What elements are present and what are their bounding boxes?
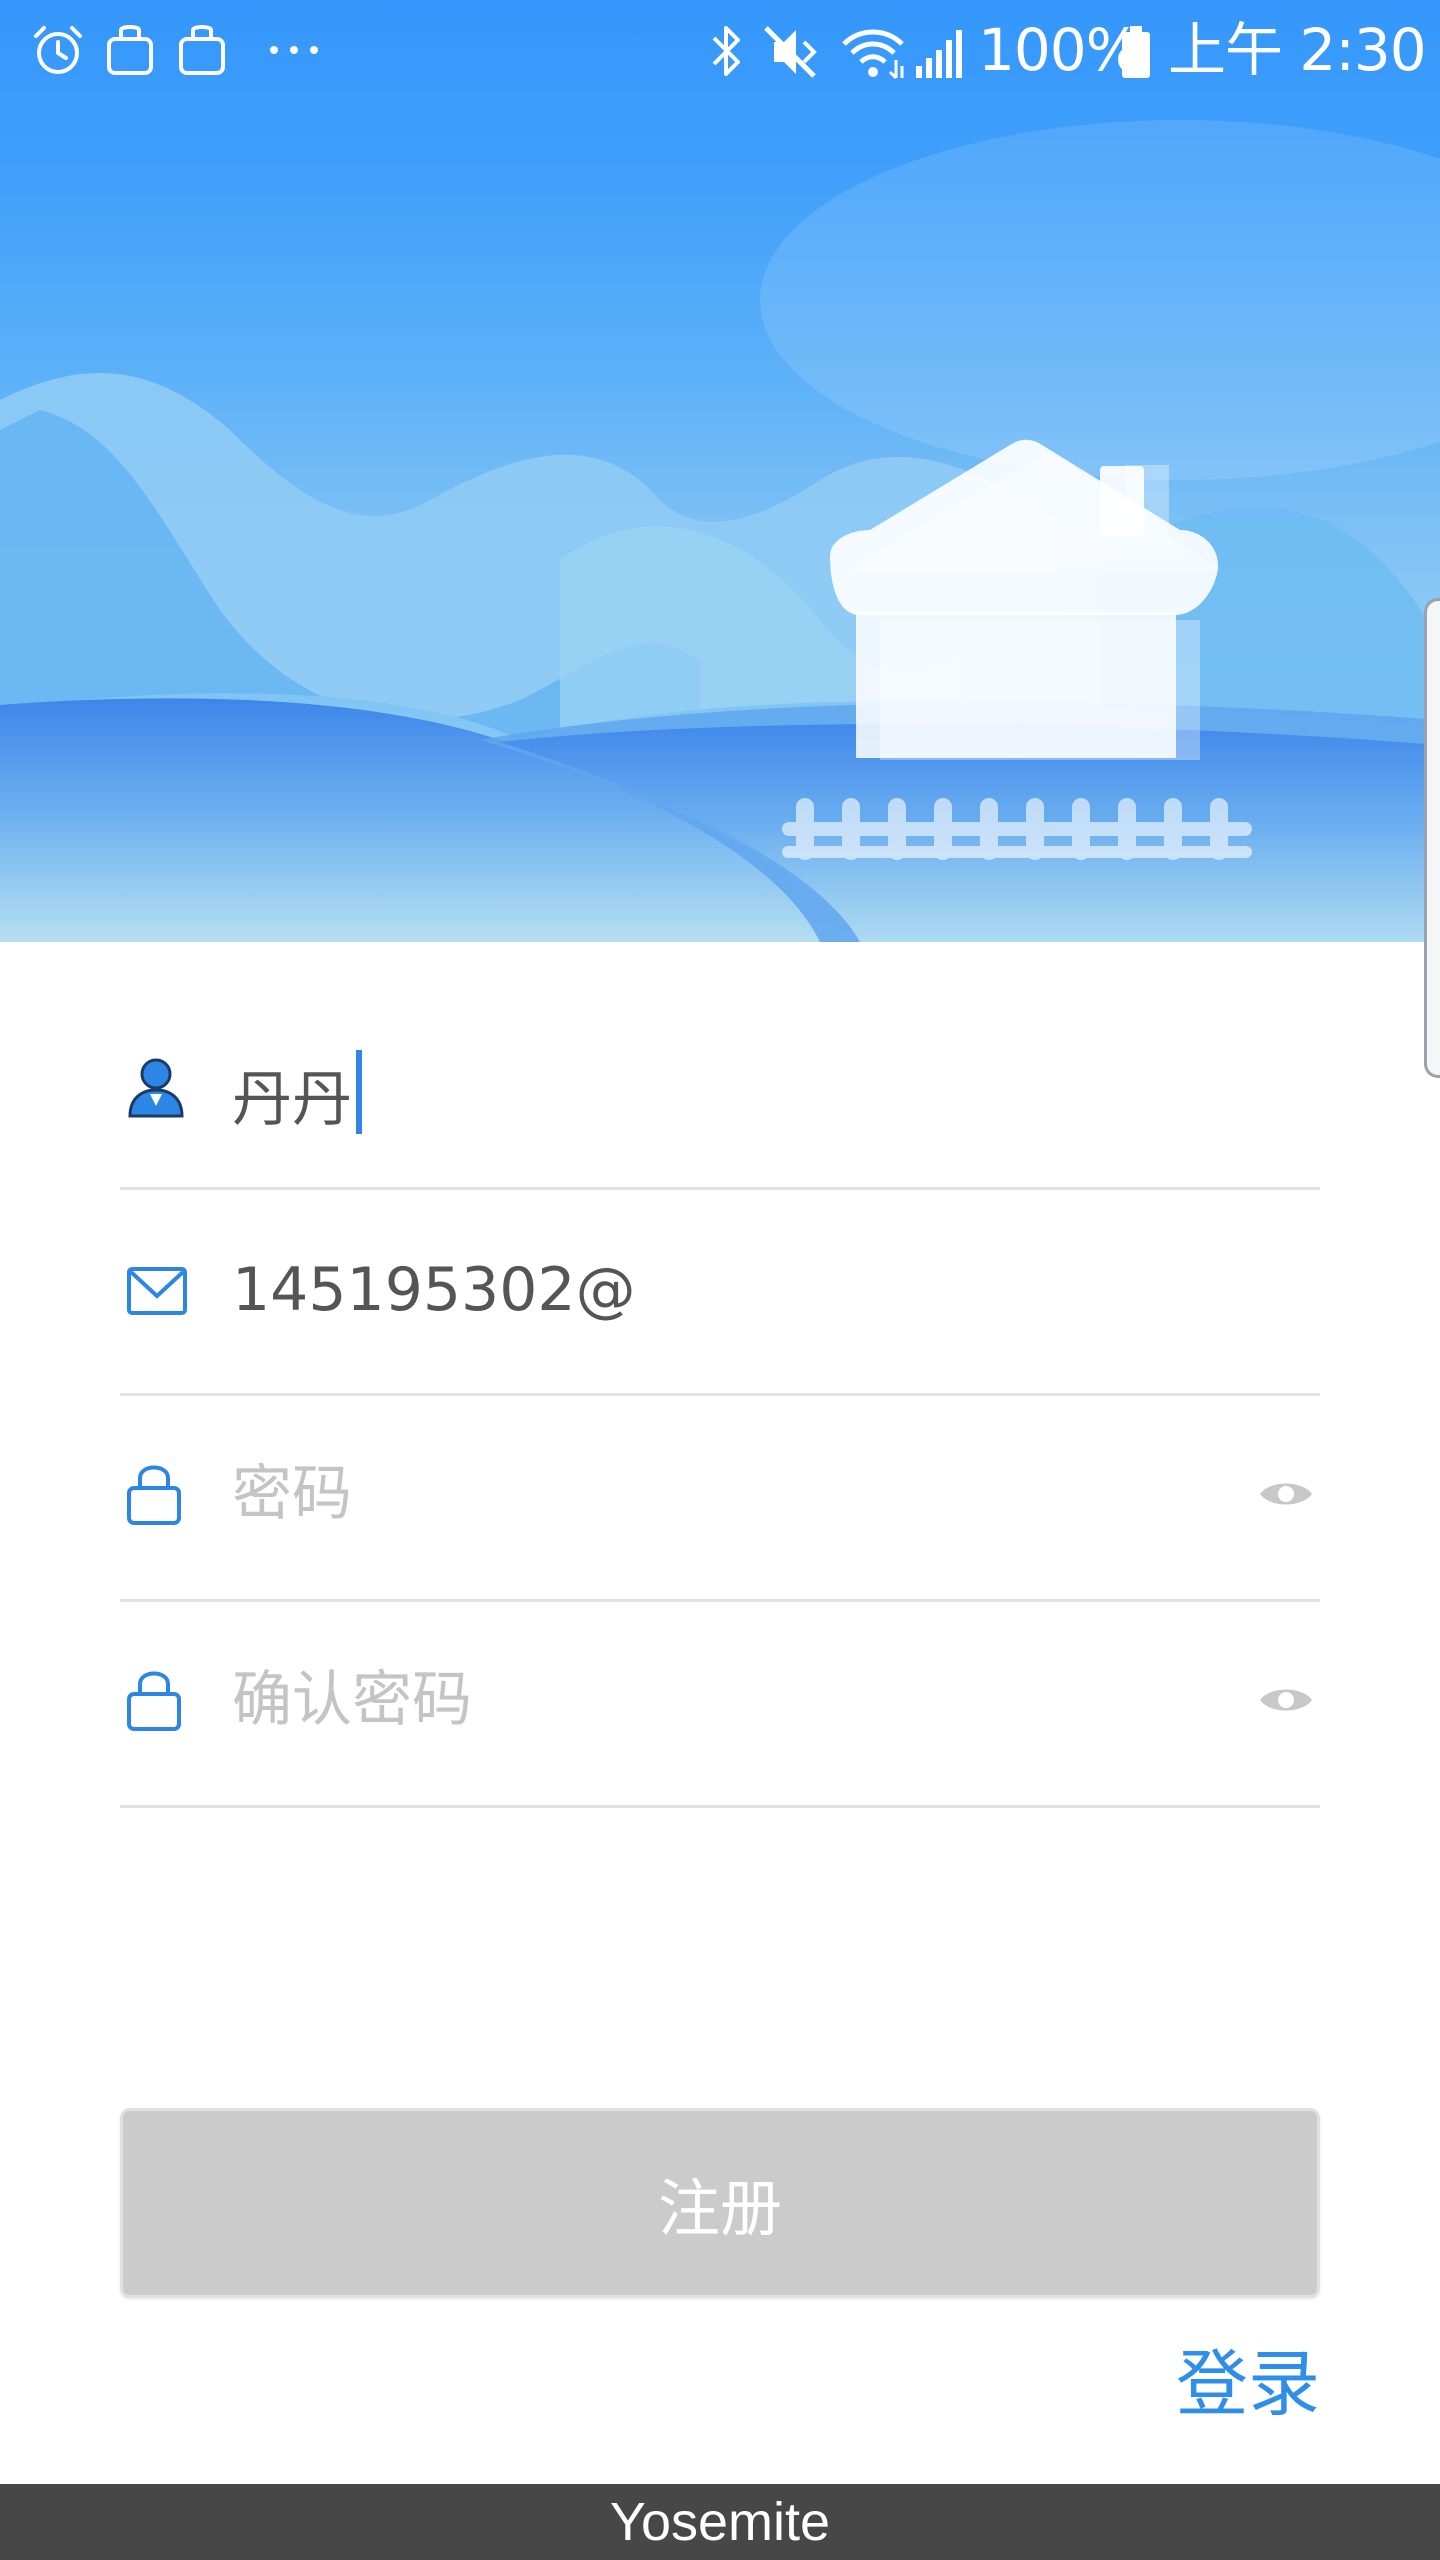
mail-icon <box>127 1267 187 1315</box>
register-button[interactable]: 注册 <box>120 2108 1320 2298</box>
password-input[interactable]: 密码 <box>232 1458 352 1530</box>
confirm-password-field[interactable]: 确认密码 <box>120 1602 1320 1808</box>
lock-icon <box>127 1671 181 1731</box>
eye-icon[interactable] <box>1258 1682 1314 1718</box>
bluetooth-icon <box>712 26 740 76</box>
email-input[interactable]: 145195302@ <box>232 1254 636 1326</box>
signal-icon <box>916 30 962 78</box>
mute-vibrate-icon <box>764 26 817 78</box>
battery-icon <box>1122 26 1150 78</box>
footer-label: Yosemite <box>609 2492 831 2552</box>
username-value: 丹丹 <box>232 1065 352 1135</box>
username-field[interactable]: 丹丹 <box>120 984 1320 1190</box>
alarm-icon <box>34 26 82 74</box>
wifi-icon <box>842 29 904 80</box>
house-on-hills-icon <box>0 120 1440 942</box>
more-dots-icon <box>270 46 318 54</box>
lock-icon <box>127 1465 181 1525</box>
text-cursor <box>356 1050 362 1134</box>
bag-icon <box>179 25 225 75</box>
eye-icon[interactable] <box>1258 1476 1314 1512</box>
login-link[interactable]: 登录 <box>1176 2342 1320 2426</box>
email-field[interactable]: 145195302@ <box>120 1190 1320 1396</box>
bag-icon <box>107 25 153 75</box>
battery-percentage: 100% <box>978 16 1141 84</box>
clock: 上午 2:30 <box>1168 16 1427 84</box>
footer-bar: Yosemite <box>0 2484 1440 2560</box>
username-input[interactable]: 丹丹 <box>232 1050 362 1136</box>
edge-panel-handle[interactable] <box>1424 598 1440 1078</box>
hero-banner <box>0 0 1440 942</box>
password-field[interactable]: 密码 <box>120 1396 1320 1602</box>
user-icon <box>128 1058 184 1118</box>
confirm-password-input[interactable]: 确认密码 <box>232 1664 472 1736</box>
status-bar: 100% 上午 2:30 <box>0 0 1440 100</box>
